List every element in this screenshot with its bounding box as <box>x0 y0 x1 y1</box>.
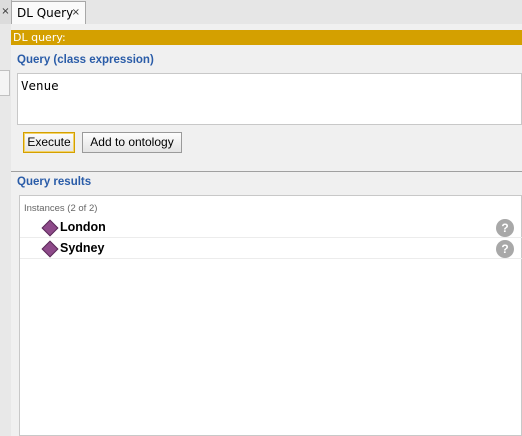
query-section-title: Query (class expression) <box>17 54 154 66</box>
collapsed-panel-handle[interactable] <box>0 70 10 96</box>
help-icon[interactable]: ? <box>496 240 514 258</box>
list-item[interactable]: Sydney ? <box>20 239 522 259</box>
divider <box>11 171 522 172</box>
individual-label: London <box>60 220 106 234</box>
tab-bar: × DL Query × <box>0 0 522 25</box>
execute-button[interactable]: Execute <box>23 132 75 153</box>
query-input[interactable]: Venue <box>17 73 522 125</box>
dl-query-view: DL query: Query (class expression) Venue… <box>11 24 522 436</box>
add-to-ontology-button[interactable]: Add to ontology <box>82 132 182 153</box>
individual-label: Sydney <box>60 241 105 255</box>
close-icon[interactable]: × <box>72 7 80 18</box>
list-item[interactable]: London ? <box>20 218 522 238</box>
tab-label: DL Query <box>17 6 74 20</box>
query-text: Venue <box>21 78 59 93</box>
individual-icon <box>41 240 59 258</box>
help-icon[interactable]: ? <box>496 219 514 237</box>
individual-icon <box>41 219 59 237</box>
instances-header: Instances (2 of 2) <box>24 203 98 214</box>
tab-dl-query[interactable]: DL Query × <box>11 1 86 24</box>
results-section-title: Query results <box>17 176 92 188</box>
view-title-bar: DL query: <box>11 30 522 45</box>
results-list: Instances (2 of 2) London ? Sydney ? <box>19 195 522 436</box>
